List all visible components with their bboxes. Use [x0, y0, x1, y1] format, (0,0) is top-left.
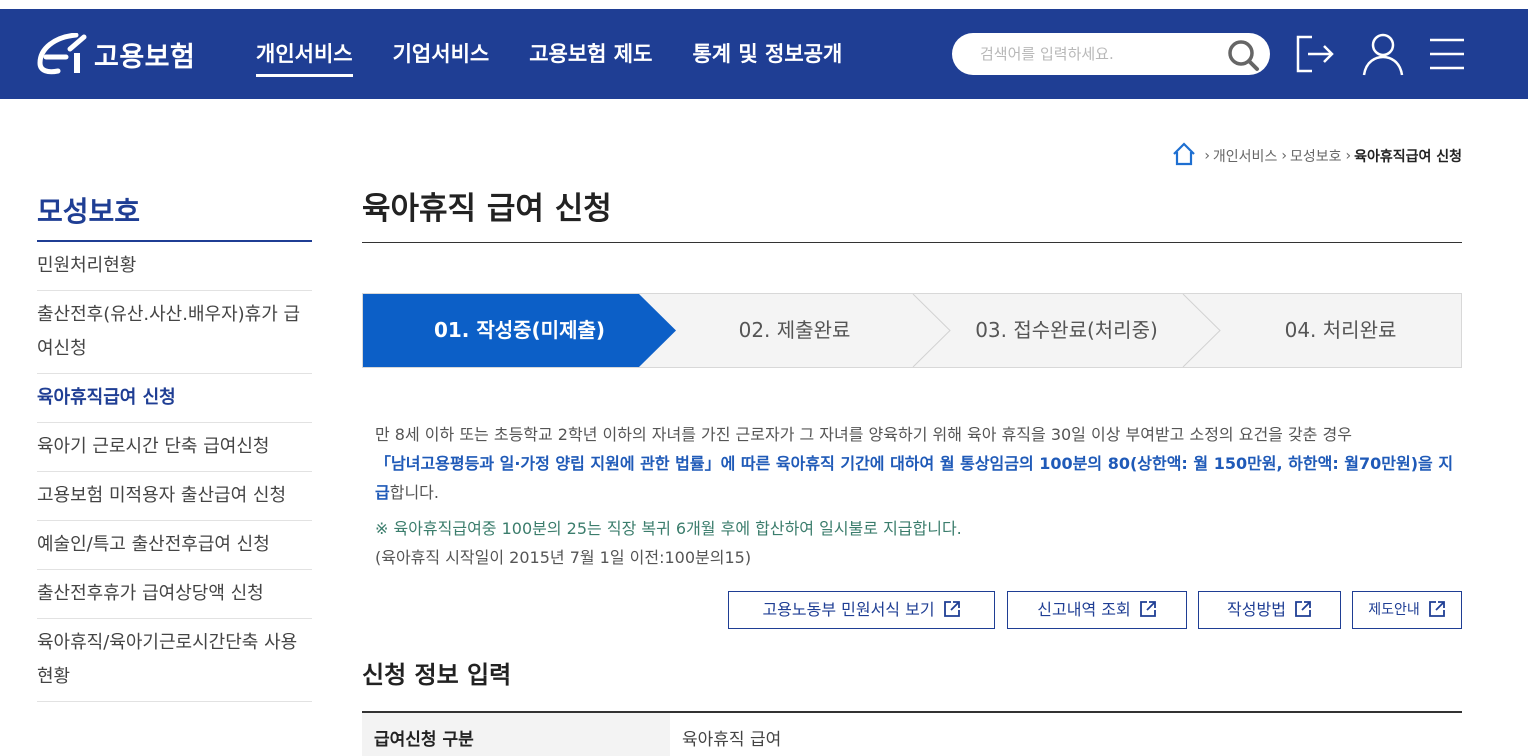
- home-link[interactable]: [1172, 142, 1196, 170]
- breadcrumb-item-personal[interactable]: 개인서비스: [1213, 146, 1277, 166]
- sidebar-item-status[interactable]: 민원처리현황: [37, 242, 312, 291]
- breadcrumb-current: 육아휴직급여 신청: [1354, 149, 1462, 165]
- step-received: 03. 접수완료(처리중): [975, 318, 1158, 342]
- breadcrumb-item-maternity[interactable]: 모성보호: [1290, 146, 1342, 166]
- sidebar-item-artist-benefit[interactable]: 예술인/특고 출산전후급여 신청: [37, 521, 312, 570]
- form-value: 육아휴직 급여: [682, 730, 782, 750]
- site-header: 고용보험 개인서비스 기업서비스 고용보험 제도 통계 및 정보공개: [0, 9, 1528, 99]
- search-box: [952, 33, 1270, 75]
- sidebar-item-reduced-hours[interactable]: 육아기 근로시간 단축 급여신청: [37, 423, 312, 472]
- description-tail: 합니다.: [389, 483, 439, 502]
- step-completed: 04. 처리완료: [1284, 318, 1397, 342]
- breadcrumb: › 개인서비스 › 모성보호 › 육아휴직급여 신청: [1172, 142, 1462, 170]
- logout-button[interactable]: [1292, 31, 1338, 77]
- report-history-label: 신고내역 조회: [1037, 600, 1131, 619]
- system-guide-button[interactable]: 제도안내: [1352, 591, 1462, 629]
- external-link-icon: [1139, 601, 1156, 617]
- notice-text: ※ 육아휴직급여중 100분의 25는 직장 복귀 6개월 후에 합산하여 일시…: [375, 514, 1465, 572]
- site-logo[interactable]: 고용보험: [36, 29, 195, 79]
- report-history-button[interactable]: 신고내역 조회: [1007, 591, 1187, 629]
- description-line: 만 8세 이하 또는 초등학교 2학년 이하의 자녀를 가진 근로자가 그 자녀…: [375, 425, 1352, 444]
- page-title: 육아휴직 급여 신청: [362, 186, 1462, 243]
- side-nav-title: 모성보호: [37, 190, 312, 242]
- step-drafting: 01. 작성중(미제출): [433, 318, 606, 342]
- home-icon: [1173, 142, 1196, 166]
- external-link-icon: [943, 601, 960, 617]
- description-text: 만 8세 이하 또는 초등학교 2학년 이하의 자녀를 가진 근로자가 그 자녀…: [375, 420, 1465, 507]
- view-forms-label: 고용노동부 민원서식 보기: [762, 600, 935, 619]
- progress-steps: 01. 작성중(미제출) 02. 제출완료 03. 접수완료(처리중) 04. …: [362, 293, 1462, 368]
- description-emphasis: 「남녀고용평등과 일·가정 양립 지원에 관한 법률」에 따른 육아휴직 기간에…: [375, 454, 1454, 502]
- external-link-icon: [1295, 601, 1311, 617]
- chevron-right-icon: ›: [1204, 148, 1210, 164]
- search-button[interactable]: [1226, 38, 1260, 72]
- form-label: 급여신청 구분: [362, 713, 670, 756]
- logo-text: 고용보험: [94, 41, 196, 73]
- how-to-write-label: 작성방법: [1227, 600, 1286, 619]
- sidebar-item-usage-status[interactable]: 육아휴직/육아기근로시간단축 사용현황: [37, 619, 312, 702]
- how-to-write-button[interactable]: 작성방법: [1198, 591, 1341, 629]
- logout-icon: [1296, 35, 1334, 73]
- system-guide-label: 제도안내: [1368, 602, 1420, 618]
- sidebar-item-uninsured-benefit[interactable]: 고용보험 미적용자 출산급여 신청: [37, 472, 312, 521]
- sidebar-item-equivalent-benefit[interactable]: 출산전후휴가 급여상당액 신청: [37, 570, 312, 619]
- search-icon: [1228, 40, 1259, 71]
- nav-insurance-system[interactable]: 고용보험 제도: [529, 9, 652, 99]
- notice-line: ※ 육아휴직급여중 100분의 25는 직장 복귀 6개월 후에 합산하여 일시…: [375, 519, 962, 538]
- form-row-benefit-type: 급여신청 구분 육아휴직 급여: [362, 711, 1462, 756]
- sidebar-item-maternity-leave[interactable]: 출산전후(유산.사산.배우자)휴가 급여신청: [37, 291, 312, 374]
- nav-statistics[interactable]: 통계 및 정보공개: [692, 9, 842, 99]
- nav-personal-services[interactable]: 개인서비스: [256, 9, 353, 99]
- search-input[interactable]: [980, 33, 1240, 75]
- section-title: 신청 정보 입력: [362, 661, 512, 689]
- nav-business-services[interactable]: 기업서비스: [393, 9, 490, 99]
- ei-logo-icon: [37, 33, 87, 75]
- view-forms-button[interactable]: 고용노동부 민원서식 보기: [728, 591, 995, 629]
- notice-sub-line: (육아휴직 시작일이 2015년 7월 1일 이전:100분의15): [375, 548, 752, 567]
- step-submitted: 02. 제출완료: [738, 318, 851, 342]
- user-icon: [1362, 33, 1404, 76]
- sidebar-item-parental-leave[interactable]: 육아휴직급여 신청: [37, 374, 312, 423]
- chevron-right-icon: ›: [1345, 148, 1352, 164]
- top-strip: [0, 0, 1528, 9]
- chevron-right-icon: ›: [1281, 148, 1287, 164]
- menu-button[interactable]: [1424, 31, 1470, 77]
- my-page-button[interactable]: [1360, 31, 1406, 77]
- hamburger-menu-icon: [1430, 38, 1464, 70]
- side-nav: 모성보호 민원처리현황 출산전후(유산.사산.배우자)휴가 급여신청 육아휴직급…: [37, 190, 312, 702]
- main-nav: 개인서비스 기업서비스 고용보험 제도 통계 및 정보공개: [256, 9, 882, 99]
- external-link-icon: [1428, 600, 1445, 617]
